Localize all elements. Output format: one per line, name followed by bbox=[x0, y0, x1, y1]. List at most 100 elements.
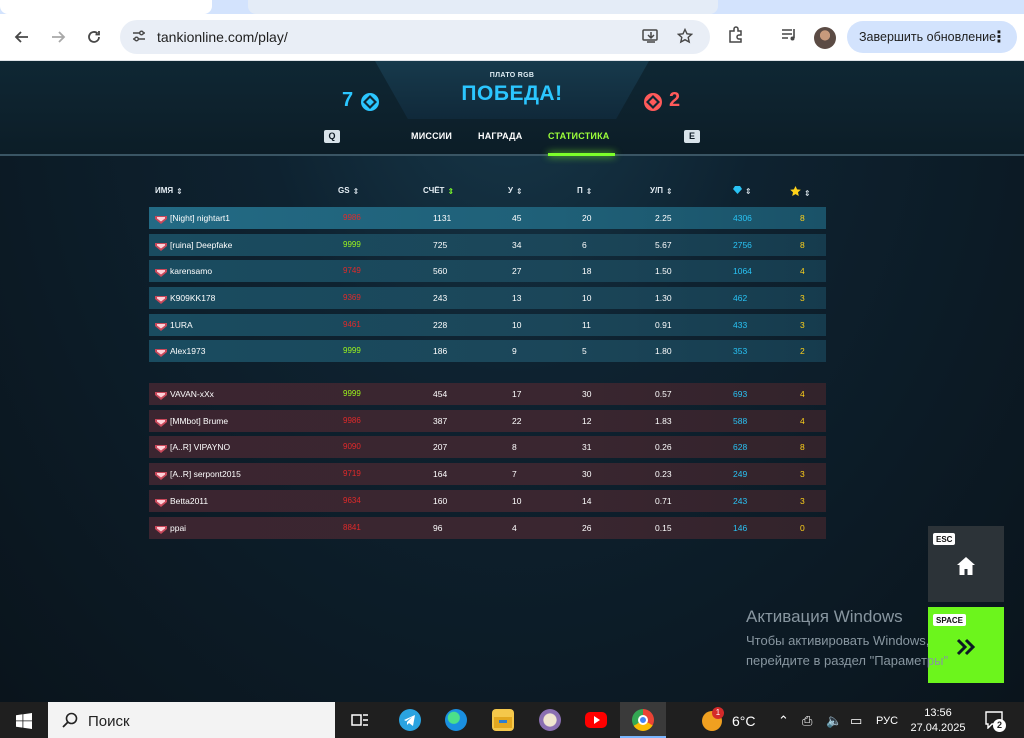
forward-button[interactable] bbox=[45, 24, 71, 50]
red-team-row[interactable]: [A..R] serpont2015 9719 164 7 30 0.23 249 3 bbox=[149, 463, 826, 485]
player-deaths: 31 bbox=[582, 442, 592, 452]
player-kills: 9 bbox=[512, 346, 517, 356]
install-app-icon[interactable] bbox=[642, 28, 660, 46]
more-menu-icon[interactable]: ⋮ bbox=[991, 27, 1007, 47]
player-deaths: 6 bbox=[582, 240, 587, 250]
back-button[interactable] bbox=[9, 24, 35, 50]
chrome-taskbar-button[interactable] bbox=[620, 702, 666, 738]
profile-avatar[interactable] bbox=[814, 27, 836, 49]
weather-temperature[interactable]: 6°C bbox=[732, 713, 756, 729]
tab-missions[interactable]: МИССИИ bbox=[411, 131, 452, 141]
next-tab-key-hint[interactable]: E bbox=[684, 130, 700, 143]
input-language[interactable]: РУС bbox=[876, 715, 898, 727]
blue-team-row[interactable]: 1URA 9461 228 10 11 0.91 433 3 bbox=[149, 314, 826, 336]
player-stars: 8 bbox=[800, 240, 805, 250]
player-name[interactable]: 1URA bbox=[170, 320, 193, 330]
windows-start-icon[interactable] bbox=[16, 713, 32, 729]
bookmark-star-icon[interactable] bbox=[676, 27, 694, 46]
player-name[interactable]: [A..R] VIPAYNO bbox=[170, 442, 230, 452]
system-clock[interactable]: 13:56 27.04.2025 bbox=[910, 706, 966, 736]
tab-reward[interactable]: НАГРАДА bbox=[478, 131, 522, 141]
player-kills: 4 bbox=[512, 523, 517, 533]
header-score[interactable]: СЧЁТ ⇕ bbox=[423, 186, 454, 196]
player-name[interactable]: karensamo bbox=[170, 266, 212, 276]
player-stars: 4 bbox=[800, 389, 805, 399]
header-stars[interactable]: ⇕ bbox=[790, 186, 811, 198]
red-team-row[interactable]: Betta2011 9634 160 10 14 0.71 243 3 bbox=[149, 490, 826, 512]
browser-tab-active[interactable] bbox=[0, 0, 212, 14]
paint-app-icon[interactable] bbox=[539, 709, 561, 731]
player-name[interactable]: VAVAN-xXx bbox=[170, 389, 214, 399]
active-tab-indicator bbox=[548, 153, 615, 156]
notifications-icon[interactable]: 2 bbox=[984, 711, 1006, 732]
rank-icon bbox=[155, 292, 167, 304]
red-team-row[interactable]: [A..R] VIPAYNO 9090 207 8 31 0.26 628 8 bbox=[149, 436, 826, 458]
blue-team-row[interactable]: [ruina] Deepfake 9999 725 34 6 5.67 2756 8 bbox=[149, 234, 826, 256]
media-controls-icon[interactable] bbox=[778, 26, 800, 48]
taskbar-search[interactable]: Поиск bbox=[48, 702, 335, 738]
blue-team-row[interactable]: Alex1973 9999 186 9 5 1.80 353 2 bbox=[149, 340, 826, 362]
player-name[interactable]: Betta2011 bbox=[170, 496, 208, 506]
browser-tab-strip bbox=[0, 0, 1024, 14]
player-score: 96 bbox=[433, 523, 443, 533]
player-crystals: 433 bbox=[733, 320, 748, 330]
red-team-row[interactable]: ppai 8841 96 4 26 0.15 146 0 bbox=[149, 517, 826, 539]
header-kills[interactable]: У ⇕ bbox=[508, 186, 523, 196]
player-kd: 5.67 bbox=[655, 240, 672, 250]
red-team-row[interactable]: [MMbot] Brume 9986 387 22 12 1.83 588 4 bbox=[149, 410, 826, 432]
rank-icon bbox=[155, 441, 167, 453]
player-stars: 3 bbox=[800, 320, 805, 330]
telegram-icon[interactable] bbox=[399, 709, 421, 731]
player-crystals: 462 bbox=[733, 293, 748, 303]
player-name[interactable]: K909KK178 bbox=[170, 293, 215, 303]
windows-taskbar: Поиск 1 6°C ⌃ ⎙ 🔈 ▭ РУС 13:56 27.04.2025… bbox=[0, 702, 1024, 738]
blue-team-row[interactable]: [Night] nightart1 9986 1131 45 20 2.25 4306 8 bbox=[149, 207, 826, 229]
prev-tab-key-hint[interactable]: Q bbox=[324, 130, 340, 143]
player-crystals: 243 bbox=[733, 496, 748, 506]
player-deaths: 20 bbox=[582, 213, 592, 223]
tab-statistics[interactable]: СТАТИСТИКА bbox=[548, 131, 609, 141]
player-score: 387 bbox=[433, 416, 448, 426]
url-text: tankionline.com/play/ bbox=[157, 29, 288, 45]
header-kd[interactable]: У/П ⇕ bbox=[650, 186, 673, 196]
header-gs[interactable]: GS ⇕ bbox=[338, 186, 359, 196]
weather-icon[interactable]: 1 bbox=[702, 707, 724, 731]
player-kd: 2.25 bbox=[655, 213, 672, 223]
activation-watermark-title: Активация Windows bbox=[746, 607, 903, 626]
red-team-row[interactable]: VAVAN-xXx 9999 454 17 30 0.57 693 4 bbox=[149, 383, 826, 405]
extensions-icon[interactable] bbox=[725, 26, 747, 48]
player-name[interactable]: [Night] nightart1 bbox=[170, 213, 230, 223]
exit-to-lobby-button[interactable]: ESC bbox=[928, 526, 1004, 602]
file-explorer-icon[interactable] bbox=[492, 709, 514, 731]
player-kd: 0.23 bbox=[655, 469, 672, 479]
task-view-icon[interactable] bbox=[349, 709, 371, 731]
youtube-icon[interactable] bbox=[585, 712, 607, 728]
player-kd: 0.71 bbox=[655, 496, 672, 506]
home-icon bbox=[957, 557, 975, 575]
player-deaths: 26 bbox=[582, 523, 592, 533]
player-name[interactable]: Alex1973 bbox=[170, 346, 205, 356]
player-name[interactable]: [A..R] serpont2015 bbox=[170, 469, 241, 479]
player-name[interactable]: [MMbot] Brume bbox=[170, 416, 228, 426]
reload-button[interactable] bbox=[81, 24, 107, 50]
update-button[interactable]: Завершить обновление ⋮ bbox=[847, 21, 1017, 53]
address-bar[interactable]: tankionline.com/play/ bbox=[120, 20, 710, 54]
volume-icon[interactable]: 🔈 bbox=[826, 713, 842, 729]
player-kills: 10 bbox=[512, 320, 522, 330]
chevron-up-icon[interactable]: ⌃ bbox=[778, 713, 789, 729]
player-name[interactable]: ppai bbox=[170, 523, 186, 533]
player-name[interactable]: [ruina] Deepfake bbox=[170, 240, 232, 250]
notification-count: 2 bbox=[993, 719, 1006, 732]
player-kills: 27 bbox=[512, 266, 522, 276]
network-icon[interactable]: ▭ bbox=[850, 713, 862, 729]
browser-tab[interactable] bbox=[248, 0, 718, 14]
site-info-icon[interactable] bbox=[130, 28, 148, 46]
header-deaths[interactable]: П ⇕ bbox=[577, 186, 592, 196]
header-crystals[interactable]: ⇕ bbox=[733, 186, 752, 196]
header-name[interactable]: ИМЯ ⇕ bbox=[155, 186, 183, 196]
player-score: 560 bbox=[433, 266, 448, 276]
blue-team-row[interactable]: karensamo 9749 560 27 18 1.50 1064 4 bbox=[149, 260, 826, 282]
edge-browser-icon[interactable] bbox=[445, 709, 467, 731]
blue-team-row[interactable]: K909KK178 9369 243 13 10 1.30 462 3 bbox=[149, 287, 826, 309]
meet-now-icon[interactable]: ⎙ bbox=[802, 713, 812, 729]
